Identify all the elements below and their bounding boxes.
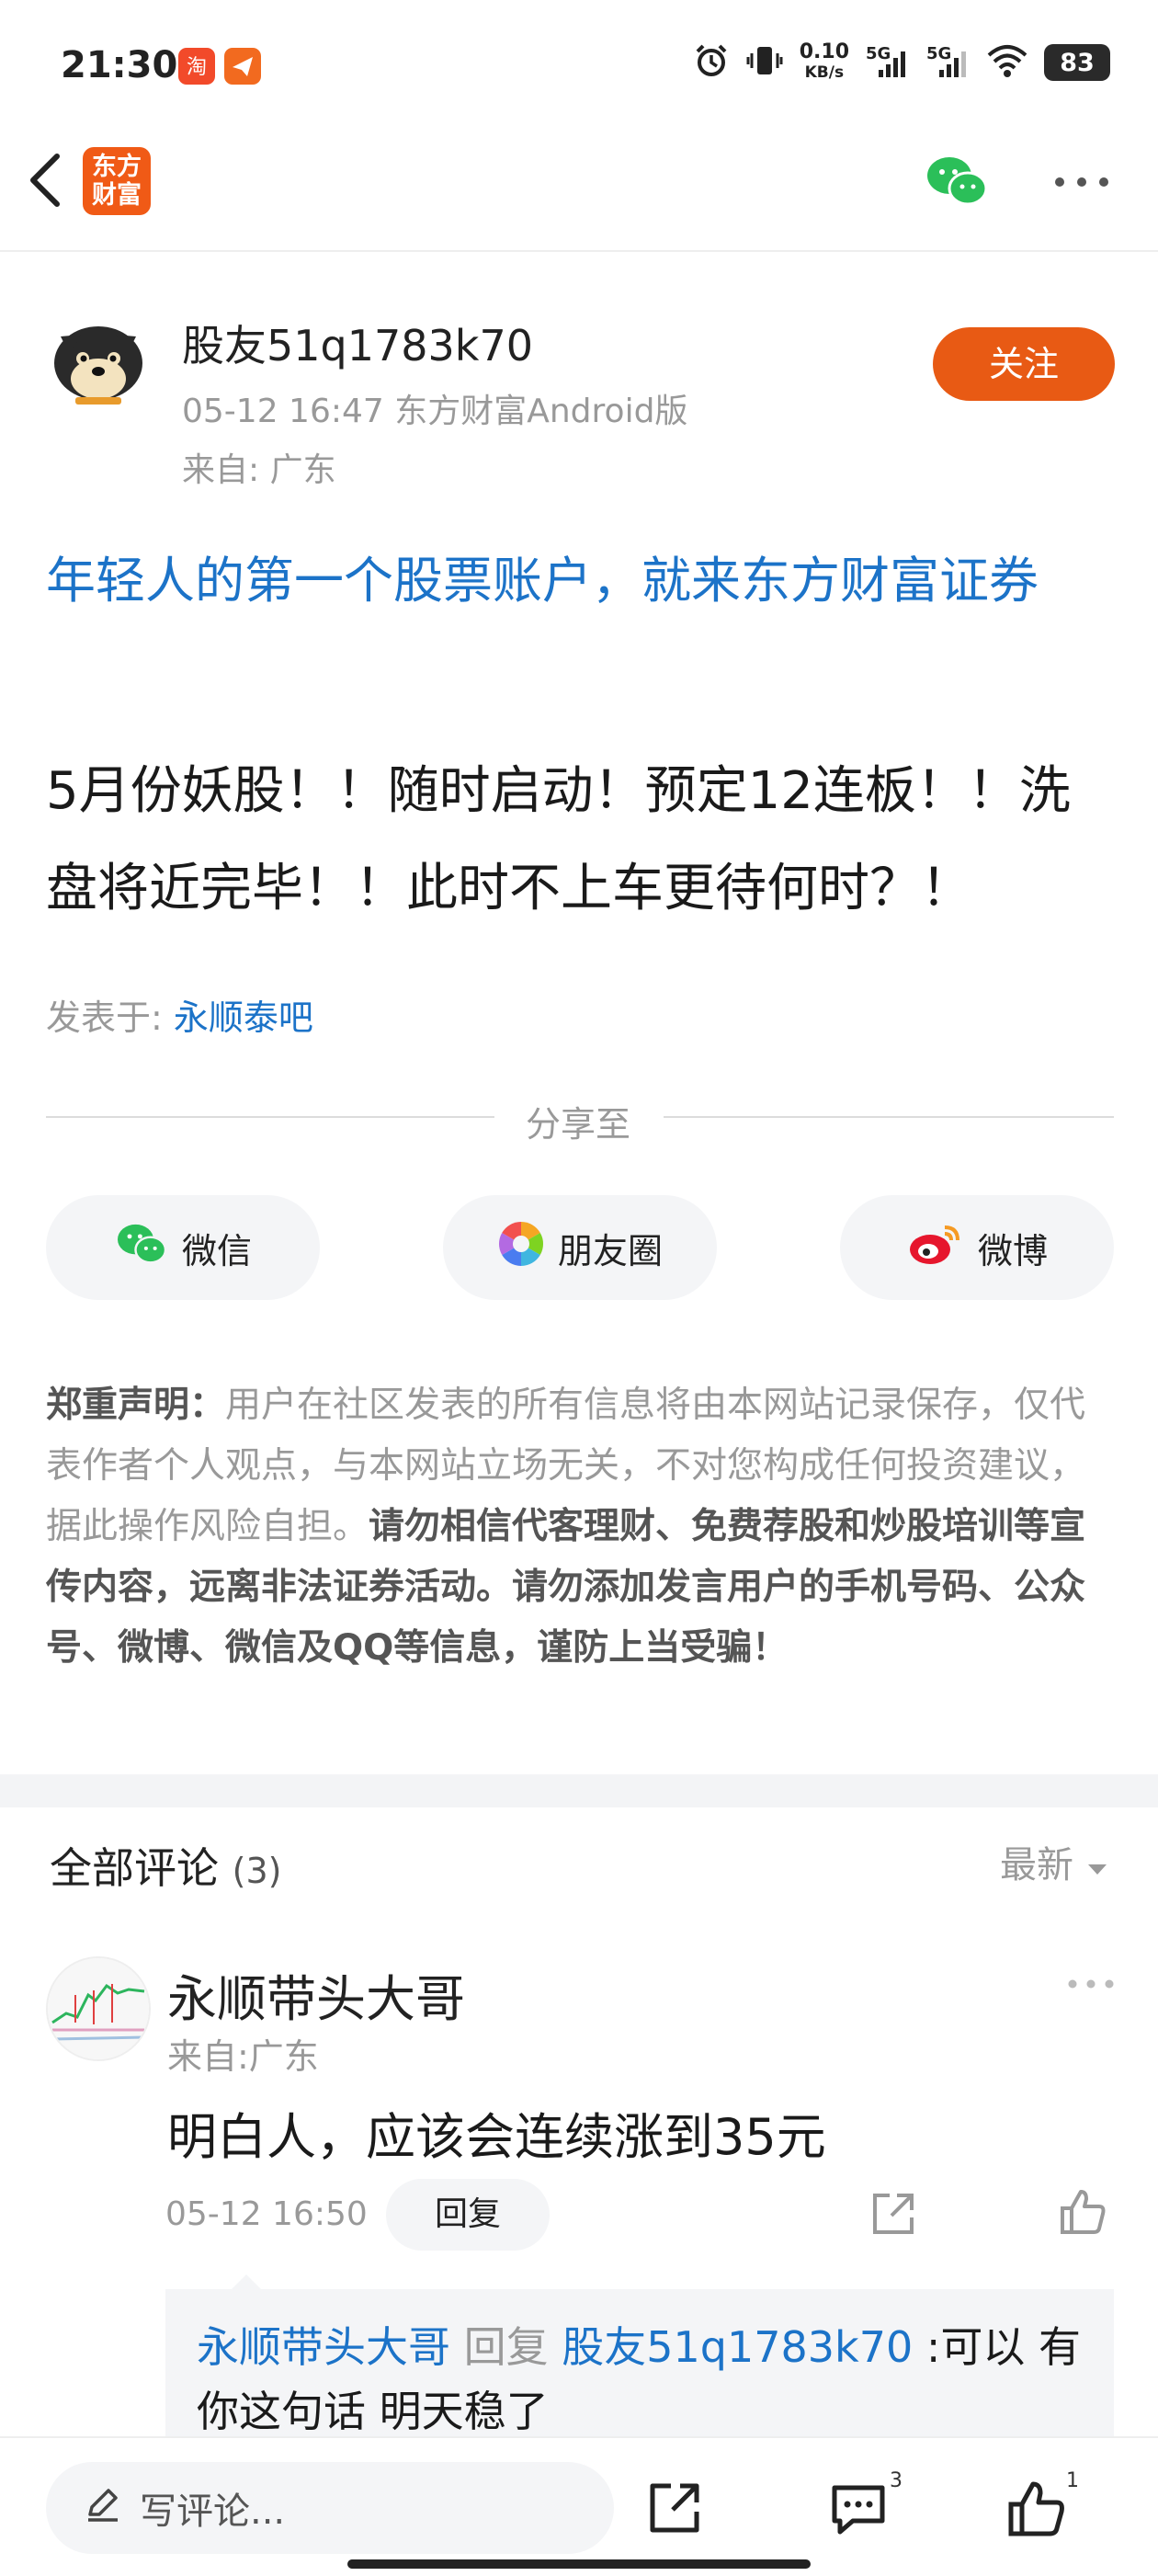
alarm-icon: [693, 42, 730, 83]
home-indicator[interactable]: [347, 2559, 811, 2569]
author-location: 来自: 广东: [182, 451, 336, 489]
share-weibo-button[interactable]: 微博: [840, 1195, 1114, 1300]
reply-notch: [232, 2274, 261, 2289]
follow-button[interactable]: 关注: [933, 327, 1115, 401]
paper-plane-app-icon: [224, 48, 261, 85]
comment-more-icon[interactable]: [1066, 1977, 1116, 1994]
back-button[interactable]: [20, 147, 72, 213]
share-weibo-label: 微博: [977, 1230, 1048, 1271]
reply-verb: 回复: [463, 2322, 549, 2372]
svg-text:淘: 淘: [187, 56, 207, 79]
pencil-icon: [83, 2483, 123, 2533]
signal-icon-1: 5G: [866, 44, 910, 81]
share-divider-right: [664, 1116, 1114, 1118]
section-separator: [0, 1774, 1158, 1807]
comment-share-icon[interactable]: [868, 2188, 919, 2243]
comment-time: 05-12 16:50: [165, 2195, 368, 2233]
disclaimer-label: 郑重声明：: [46, 1385, 226, 1426]
signal-icon-2: 5G: [926, 44, 971, 81]
author-name[interactable]: 股友51q1783k70: [182, 313, 533, 373]
stock-bar-link[interactable]: 永顺泰吧: [174, 997, 313, 1038]
share-wechat-button[interactable]: 微信: [46, 1195, 320, 1300]
write-comment-placeholder: 写评论...: [140, 2491, 286, 2533]
vibrate-icon: [746, 42, 783, 83]
weibo-icon: [906, 1220, 965, 1276]
share-moments-label: 朋友圈: [557, 1230, 663, 1271]
share-moments-button[interactable]: 朋友圈: [443, 1195, 717, 1300]
status-icons: 0.10 KB/s 5G 5G 83: [693, 42, 1110, 83]
sort-label: 最新: [1000, 1844, 1073, 1886]
wechat-share-icon[interactable]: [924, 152, 990, 214]
eastmoney-logo[interactable]: 东方 财富: [83, 147, 151, 215]
comment-text: 明白人，应该会连续涨到35元: [167, 2108, 826, 2166]
net-speed: 0.10 KB/s: [799, 40, 849, 83]
like-count-badge: 1: [1066, 2469, 1079, 2492]
commenter-avatar[interactable]: [46, 1956, 151, 2061]
battery-indicator: 83: [1044, 44, 1110, 81]
share-wechat-label: 微信: [181, 1230, 252, 1271]
share-title: 分享至: [526, 1104, 631, 1145]
share-icon[interactable]: [643, 2477, 706, 2543]
commenter-name[interactable]: 永顺带头大哥: [167, 1958, 465, 2031]
wifi-icon: [987, 42, 1027, 83]
comments-title-label: 全部评论: [50, 1843, 219, 1893]
disclaimer: 郑重声明：用户在社区发表的所有信息将由本网站记录保存，仅代表作者个人观点，与本网…: [46, 1375, 1119, 1679]
share-divider-left: [46, 1116, 494, 1118]
post-title[interactable]: 年轻人的第一个股票账户，就来东方财富证券: [46, 550, 1112, 612]
reply-button[interactable]: 回复: [386, 2179, 550, 2251]
reply-from-user[interactable]: 永顺带头大哥: [197, 2322, 450, 2372]
author-avatar[interactable]: [48, 313, 149, 414]
posted-in: 发表于: 永顺泰吧: [46, 989, 313, 1040]
like-icon[interactable]: [1005, 2477, 1072, 2543]
comments-title: 全部评论 (3): [50, 1835, 281, 1896]
triangle-down-icon: [1085, 1844, 1109, 1886]
taobao-app-icon: 淘: [178, 48, 215, 85]
write-comment-input[interactable]: 写评论...: [46, 2462, 614, 2554]
sort-dropdown[interactable]: 最新: [1000, 1835, 1109, 1888]
status-time: 21:30: [61, 44, 178, 86]
comment-count-badge: 3: [890, 2469, 903, 2492]
commenter-location: 来自:广东: [167, 2036, 319, 2077]
comment-like-icon[interactable]: [1057, 2186, 1108, 2241]
more-options-icon[interactable]: [1052, 175, 1111, 193]
post-meta: 05-12 16:47 东方财富Android版: [182, 393, 688, 430]
moments-icon: [497, 1220, 545, 1276]
comments-count: (3): [232, 1851, 282, 1891]
header-divider: [0, 250, 1158, 252]
wechat-icon: [114, 1220, 169, 1276]
post-body: 5月份妖股！！随时启动！预定12连板！！洗盘将近完毕！！此时不上车更待何时？！: [46, 761, 1071, 918]
nested-reply: 永顺带头大哥 回复 股友51q1783k70 :可以 有你这句话 明天稳了: [197, 2315, 1088, 2444]
reply-to-user[interactable]: 股友51q1783k70: [562, 2322, 913, 2372]
posted-in-label: 发表于:: [46, 997, 174, 1038]
comments-icon[interactable]: [827, 2477, 893, 2543]
